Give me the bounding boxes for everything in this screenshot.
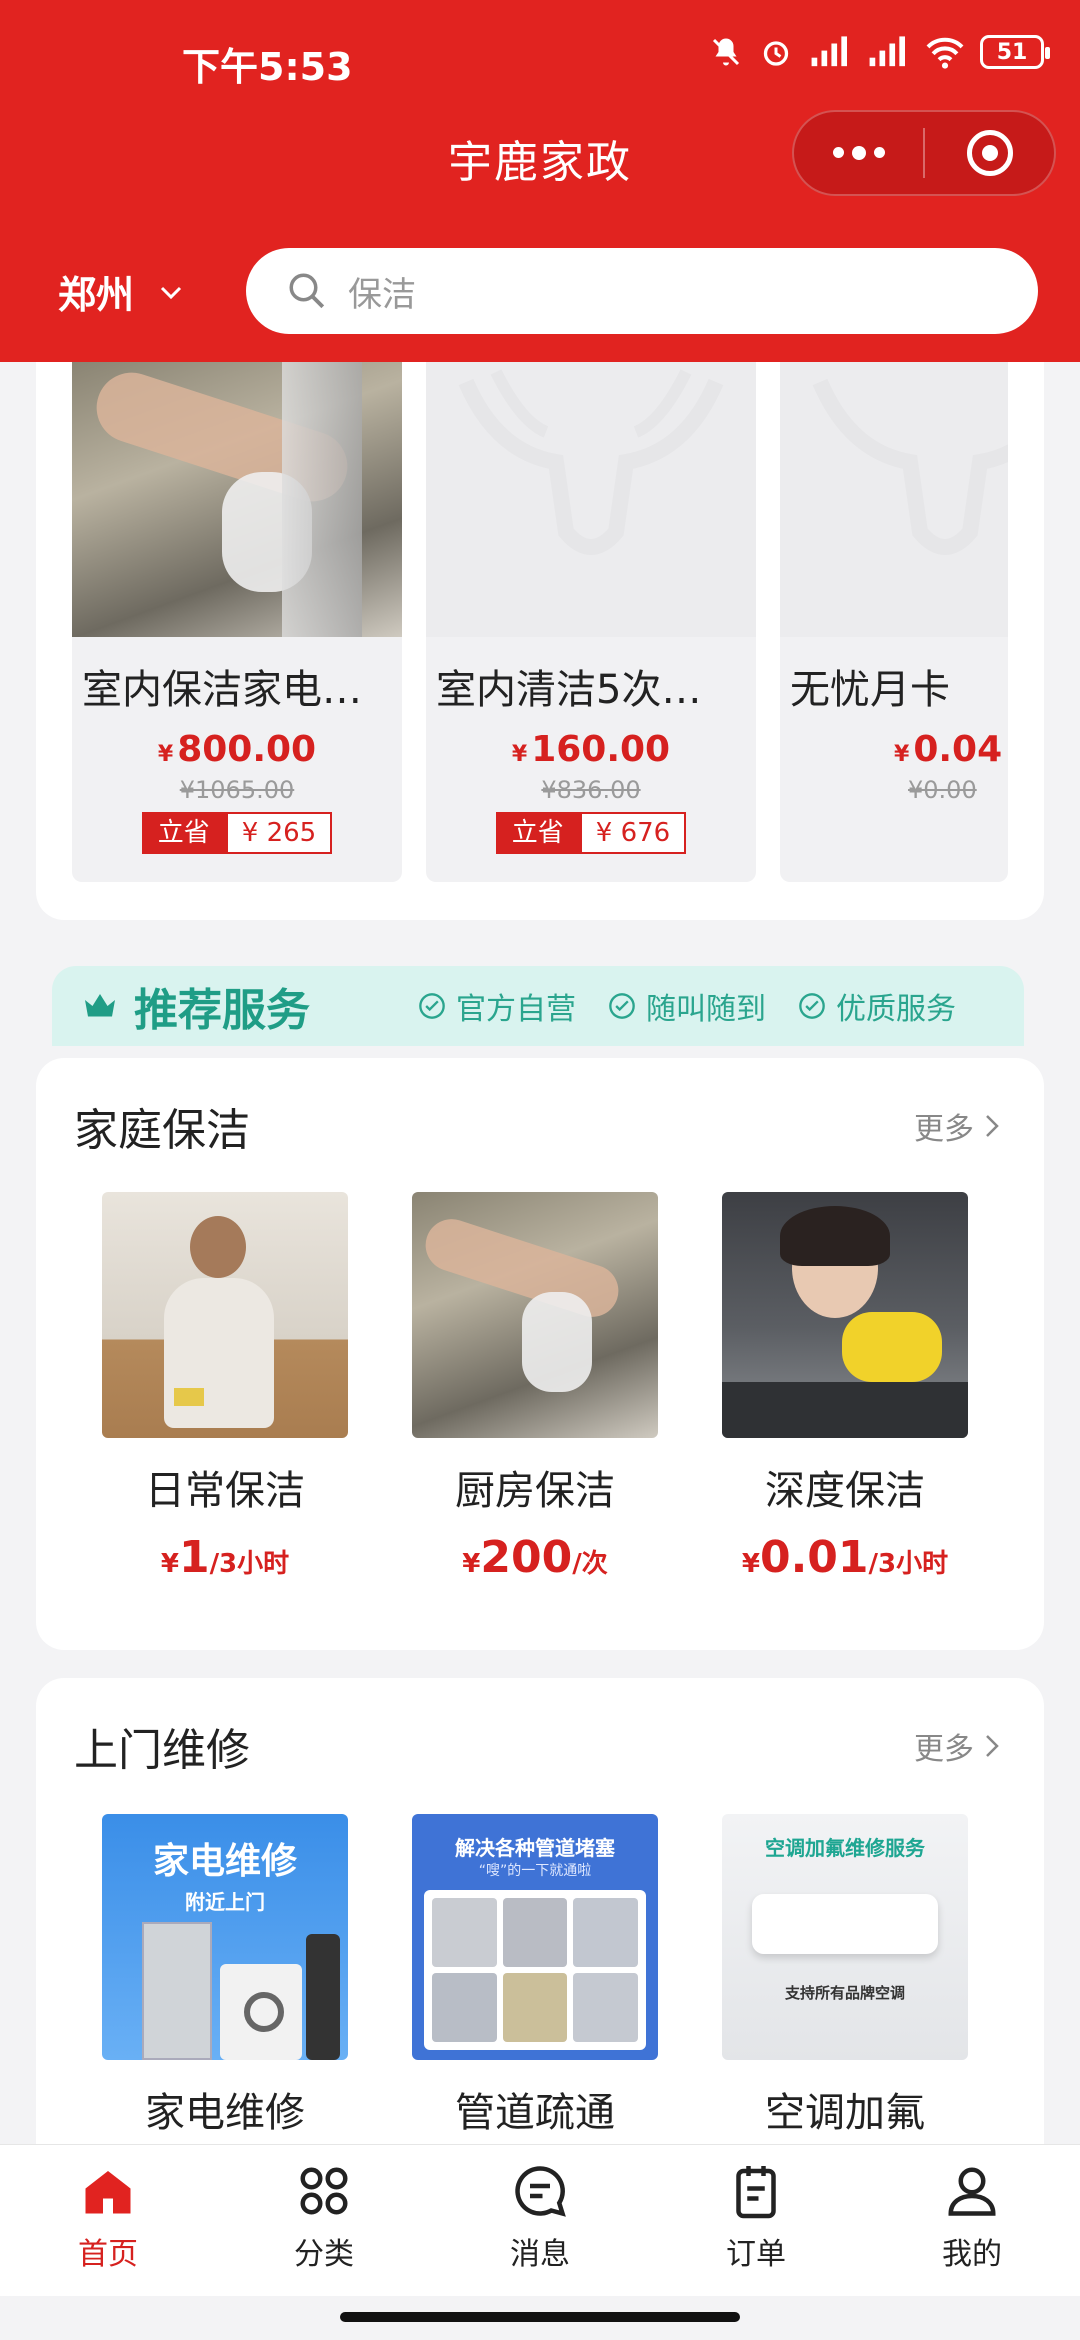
chevron-right-icon — [986, 1115, 999, 1137]
repair-section: 上门维修 更多 家电维修 附近上门 家电维修 解决各种管道堵塞 “嗖”的一下就通… — [36, 1678, 1044, 2198]
service-name: 日常保洁 — [145, 1468, 305, 1514]
image-subcaption: 支持所有品牌空调 — [784, 1984, 905, 2002]
grid-dots-icon — [300, 2167, 348, 2215]
message-icon — [515, 2166, 566, 2217]
home-cleaning-section: 家庭保洁 更多 日常保洁 ¥1/3小时 厨房保洁 ¥200/次 深度保洁 ¥0.… — [36, 1058, 1044, 1650]
product-name: 室内清洁5次… — [436, 667, 702, 713]
service-image: 解决各种管道堵塞 “嗖”的一下就通啦 — [412, 1814, 658, 2060]
recommend-banner: 推荐服务 官方自营 随叫随到 优质服务 — [52, 966, 1024, 1046]
status-icons: 51 — [708, 34, 1050, 70]
product-original-price: ¥0.00 — [908, 776, 977, 804]
service-item[interactable]: 日常保洁 ¥1/3小时 — [102, 1192, 348, 1583]
more-link[interactable]: 更多 — [914, 1724, 1000, 1768]
save-badge: 立省 ¥ 265 — [72, 812, 402, 854]
check-circle-icon — [419, 993, 445, 1019]
product-price: ¥0.04 — [894, 729, 1003, 770]
product-name: 无忧月卡 — [790, 667, 950, 713]
service-item[interactable]: 解决各种管道堵塞 “嗖”的一下就通啦 管道疏通 — [412, 1814, 658, 2138]
more-dots-icon — [832, 145, 885, 160]
search-input[interactable]: 保洁 — [246, 248, 1038, 334]
tab-profile[interactable]: 我的 — [864, 2145, 1080, 2296]
service-price: ¥200/次 — [462, 1532, 608, 1583]
product-original-price: ¥836.00 — [541, 776, 641, 804]
service-name: 家电维修 — [145, 2090, 305, 2136]
service-item[interactable]: 空调加氟维修服务 支持所有品牌空调 空调加氟 — [722, 1814, 968, 2138]
header: 下午5:53 51 宇鹿家政 郑州 保洁 — [0, 0, 1080, 362]
service-price: ¥1/3小时 — [160, 1532, 290, 1583]
miniapp-capsule — [792, 110, 1056, 196]
chevron-right-icon — [986, 1735, 999, 1757]
product-original-price: ¥1065.00 — [179, 776, 295, 804]
clipboard-icon — [736, 2166, 776, 2219]
product-price: ¥160.00 — [511, 729, 671, 770]
deer-logo-icon — [812, 378, 1008, 555]
city-label: 郑州 — [58, 273, 135, 317]
tab-messages[interactable]: 消息 — [432, 2145, 648, 2296]
target-icon — [966, 130, 1013, 176]
product-placeholder-image — [780, 362, 1008, 637]
tab-category[interactable]: 分类 — [216, 2145, 432, 2296]
image-caption: 解决各种管道堵塞 — [455, 1836, 615, 1860]
section-title: 上门维修 — [74, 1725, 250, 1776]
service-name: 管道疏通 — [455, 2090, 615, 2136]
check-circle-icon — [799, 993, 825, 1019]
service-image: 空调加氟维修服务 支持所有品牌空调 — [722, 1814, 968, 2060]
more-link[interactable]: 更多 — [914, 1104, 1000, 1148]
alarm-icon — [763, 41, 789, 66]
feature-item: 官方自营 — [418, 984, 576, 1028]
image-caption: 家电维修 — [152, 1841, 297, 1882]
city-selector[interactable]: 郑州 — [58, 264, 186, 319]
crown-icon — [85, 994, 115, 1017]
page: 下午5:53 51 宇鹿家政 郑州 保洁 室内保洁家电… ¥ 800.00 ¥1… — [0, 0, 1080, 2340]
product-strip: 室内保洁家电… ¥800.00 ¥1065.00 立省 ¥ 265 室内清洁5次… — [36, 362, 1044, 920]
signal-icon — [811, 36, 847, 67]
service-price: ¥0.01/3小时 — [741, 1532, 949, 1583]
close-miniapp-button[interactable] — [925, 112, 1054, 194]
service-image — [102, 1192, 348, 1438]
deer-logo-icon — [458, 369, 724, 555]
mute-bell-icon — [712, 38, 740, 66]
home-indicator[interactable] — [340, 2312, 740, 2322]
battery-icon: 51 — [980, 35, 1050, 69]
service-item[interactable]: 厨房保洁 ¥200/次 — [412, 1192, 658, 1583]
tab-orders[interactable]: 订单 — [648, 2145, 864, 2296]
search-icon — [289, 273, 325, 309]
status-time: 下午5:53 — [182, 45, 353, 89]
product-card[interactable]: 室内清洁5次… ¥160.00 ¥836.00 立省 ¥ 676 — [426, 362, 756, 882]
feature-list: 官方自营 随叫随到 优质服务 — [418, 966, 956, 1046]
recommend-heading: 推荐服务 — [52, 966, 412, 1046]
tab-home[interactable]: 首页 — [0, 2145, 216, 2296]
service-item[interactable]: 深度保洁 ¥0.01/3小时 — [722, 1192, 968, 1583]
image-subcaption: “嗖”的一下就通啦 — [478, 1863, 592, 1879]
bottom-tab-bar: 首页 分类 消息 订单 我的 — [0, 2144, 1080, 2296]
feature-item: 优质服务 — [798, 984, 956, 1028]
service-image — [412, 1192, 658, 1438]
feature-item: 随叫随到 — [608, 984, 766, 1028]
image-subcaption: 附近上门 — [185, 1890, 265, 1914]
product-image — [72, 362, 402, 637]
search-placeholder: 保洁 — [348, 274, 416, 315]
check-circle-icon — [609, 993, 635, 1019]
section-title: 家庭保洁 — [74, 1105, 250, 1156]
service-image: 家电维修 附近上门 — [102, 1814, 348, 2060]
home-icon — [85, 2171, 131, 2214]
product-card[interactable]: 室内保洁家电… ¥800.00 ¥1065.00 立省 ¥ 265 — [72, 362, 402, 882]
product-placeholder-image — [426, 362, 756, 637]
signal-icon-2 — [869, 36, 905, 67]
product-card[interactable]: 无忧月卡 ¥0.04 ¥0.00 — [780, 362, 1008, 882]
service-name: 厨房保洁 — [455, 1468, 615, 1514]
image-caption: 空调加氟维修服务 — [765, 1836, 925, 1860]
status-bar: 下午5:53 51 — [0, 0, 1080, 120]
wifi-icon — [926, 37, 964, 69]
save-badge: 立省 ¥ 676 — [426, 812, 756, 854]
service-image — [722, 1192, 968, 1438]
product-price: ¥800.00 — [157, 729, 317, 770]
product-name: 室内保洁家电… — [82, 667, 362, 713]
service-item[interactable]: 家电维修 附近上门 家电维修 — [102, 1814, 348, 2138]
user-icon — [948, 2167, 996, 2216]
chevron-down-icon — [160, 286, 182, 299]
more-menu-button[interactable] — [794, 112, 923, 194]
service-name: 深度保洁 — [765, 1468, 925, 1514]
service-name: 空调加氟 — [765, 2090, 925, 2136]
